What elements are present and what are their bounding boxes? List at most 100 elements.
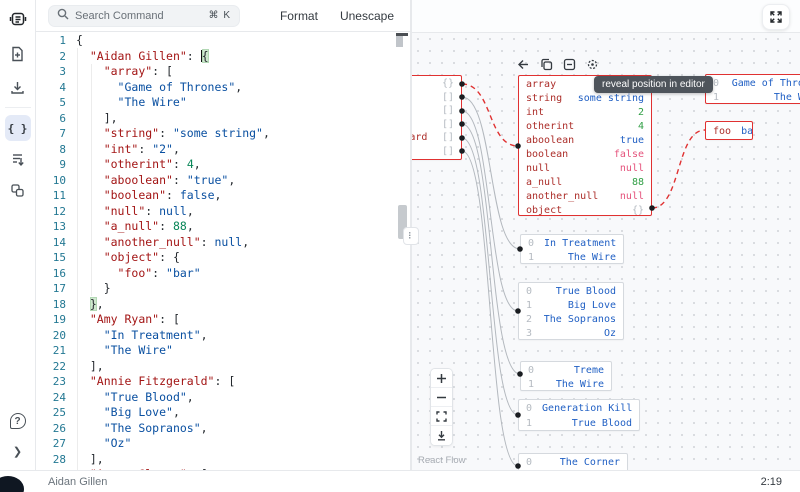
node-value: {} — [442, 78, 454, 89]
annie-fitzgerald-node[interactable]: 0True Blood1Big Love2The Sopranos3Oz — [518, 282, 624, 340]
code-editor[interactable]: 1{2 "Aidan Gillen": {3 "array": [4 "Game… — [36, 32, 410, 470]
alice-farmer-node[interactable]: 0The Corner1Oz2The Wire — [518, 453, 628, 470]
node-row[interactable]: 1The Wire — [521, 250, 623, 264]
fullscreen-button[interactable] — [762, 4, 790, 30]
search-input[interactable] — [75, 10, 203, 22]
line-number: 1 — [36, 33, 66, 49]
node-value: The Wire — [568, 252, 616, 263]
node-row[interactable]: int2 — [519, 105, 651, 119]
editor-line[interactable]: 3 "array": [ — [36, 64, 410, 80]
node-row[interactable]: 0Game of Thrones — [706, 76, 800, 90]
node-row[interactable]: 0True Blood — [519, 284, 623, 298]
array-node[interactable]: 0Game of Thrones1The Wire — [705, 74, 800, 104]
node-row[interactable]: nullnull — [519, 161, 651, 175]
branches-icon[interactable] — [5, 177, 31, 203]
editor-line[interactable]: 19 "Amy Ryan": [ — [36, 312, 410, 328]
editor-line[interactable]: 14 "another_null": null, — [36, 235, 410, 251]
transform-icon[interactable] — [5, 146, 31, 172]
back-icon[interactable] — [516, 57, 530, 71]
editor-line[interactable]: 27 "Oz" — [36, 436, 410, 452]
editor-line[interactable]: 5 "The Wire" — [36, 95, 410, 111]
anwan-glover-node[interactable]: 0Treme1The Wire — [520, 361, 612, 391]
editor-line[interactable]: 9 "otherint": 4, — [36, 157, 410, 173]
collapse-sidebar-icon[interactable]: ❯ — [5, 438, 31, 464]
node-row[interactable]: 0Treme — [521, 363, 611, 377]
download-icon[interactable] — [5, 74, 31, 100]
node-row[interactable]: 1Big Love — [519, 298, 623, 312]
node-row[interactable]: otherint4 — [519, 119, 651, 133]
fit-view-button[interactable] — [431, 407, 452, 426]
json-editor-icon[interactable]: { } — [5, 115, 31, 141]
unescape-button[interactable]: Unescape — [340, 9, 394, 23]
editor-line[interactable]: 23 "Annie Fitzgerald": [ — [36, 374, 410, 390]
editor-line[interactable]: 12 "null": null, — [36, 204, 410, 220]
editor-line[interactable]: 13 "a_null": 88, — [36, 219, 410, 235]
download-image-button[interactable] — [431, 426, 452, 445]
node-row[interactable]: foobar — [706, 123, 752, 140]
editor-line[interactable]: 22 ], — [36, 359, 410, 375]
zoom-in-button[interactable] — [431, 369, 452, 388]
node-value: [] — [442, 92, 454, 103]
app-logo-icon[interactable] — [5, 6, 31, 32]
node-row[interactable]: 3Oz — [519, 326, 623, 340]
editor-line[interactable]: 21 "The Wire" — [36, 343, 410, 359]
aidan-gillen-node[interactable]: array[]stringsome stringint2otherint4abo… — [518, 75, 652, 216]
zoom-out-button[interactable] — [431, 388, 452, 407]
node-row[interactable]: Anwan Glover[] — [412, 118, 461, 132]
node-row[interactable]: booleanfalse — [519, 147, 651, 161]
reveal-position-icon[interactable] — [585, 57, 599, 71]
reactflow-attribution: React Flow — [418, 455, 466, 466]
root-node[interactable]: Aidan Gillen{}Amy Ryan[]Annie Fitzgerald… — [412, 75, 462, 160]
help-icon[interactable]: ? — [5, 408, 31, 434]
editor-line[interactable]: 8 "int": "2", — [36, 142, 410, 158]
node-row[interactable]: 2The Sopranos — [519, 312, 623, 326]
editor-line[interactable]: 11 "boolean": false, — [36, 188, 410, 204]
amy-ryan-node[interactable]: 0In Treatment1The Wire — [520, 234, 624, 264]
editor-line[interactable]: 28 ], — [36, 452, 410, 468]
node-row[interactable]: stringsome string — [519, 91, 651, 105]
editor-line[interactable]: 25 "Big Love", — [36, 405, 410, 421]
node-row[interactable]: object{} — [519, 203, 651, 216]
format-button[interactable]: Format — [280, 9, 318, 23]
editor-line[interactable]: 16 "foo": "bar" — [36, 266, 410, 282]
object-foo-node[interactable]: foobar — [705, 121, 753, 140]
new-document-icon[interactable] — [5, 41, 31, 67]
node-row[interactable]: a_null88 — [519, 175, 651, 189]
code-text: "Annie Fitzgerald": [ — [76, 374, 235, 390]
editor-line[interactable]: 4 "Game of Thrones", — [36, 80, 410, 96]
node-row[interactable]: Alexander Skarsgard[] — [412, 131, 461, 145]
editor-line[interactable]: 7 "string": "some string", — [36, 126, 410, 142]
node-row[interactable]: 1True Blood — [519, 416, 639, 431]
line-number: 17 — [36, 281, 66, 297]
search-command-box[interactable]: ⌘ K — [48, 5, 240, 27]
collapse-node-icon[interactable] — [562, 57, 576, 71]
node-row[interactable]: Alice Farmer[] — [412, 145, 461, 159]
alexander-skarsgard-node[interactable]: 0Generation Kill1True Blood — [518, 399, 640, 431]
editor-line[interactable]: 17 } — [36, 281, 410, 297]
tooltip: reveal position in editor — [594, 76, 713, 93]
node-row[interactable]: another_nullnull — [519, 189, 651, 203]
panel-resize-handle[interactable]: ⠇ — [403, 227, 419, 245]
code-text: "a_null": 88, — [76, 219, 194, 235]
editor-line[interactable]: 24 "True Blood", — [36, 390, 410, 406]
editor-line[interactable]: 26 "The Sopranos", — [36, 421, 410, 437]
node-row[interactable]: 1The Wire — [706, 90, 800, 104]
node-row[interactable]: Annie Fitzgerald[] — [412, 104, 461, 118]
copy-icon[interactable] — [539, 57, 553, 71]
node-row[interactable]: Aidan Gillen{} — [412, 77, 461, 91]
line-number: 18 — [36, 297, 66, 313]
editor-line[interactable]: 15 "object": { — [36, 250, 410, 266]
node-row[interactable]: Amy Ryan[] — [412, 91, 461, 105]
editor-line[interactable]: 1{ — [36, 33, 410, 49]
editor-line[interactable]: 18 }, — [36, 297, 410, 313]
editor-line[interactable]: 2 "Aidan Gillen": { — [36, 49, 410, 65]
node-row[interactable]: 0The Corner — [519, 455, 627, 469]
node-row[interactable]: 1The Wire — [521, 377, 611, 391]
node-row[interactable]: 0Generation Kill — [519, 401, 639, 416]
editor-line[interactable]: 20 "In Treatment", — [36, 328, 410, 344]
editor-line[interactable]: 10 "aboolean": "true", — [36, 173, 410, 189]
node-row[interactable]: abooleantrue — [519, 133, 651, 147]
editor-lines: 1{2 "Aidan Gillen": {3 "array": [4 "Game… — [36, 33, 410, 470]
node-row[interactable]: 0In Treatment — [521, 236, 623, 250]
editor-line[interactable]: 6 ], — [36, 111, 410, 127]
